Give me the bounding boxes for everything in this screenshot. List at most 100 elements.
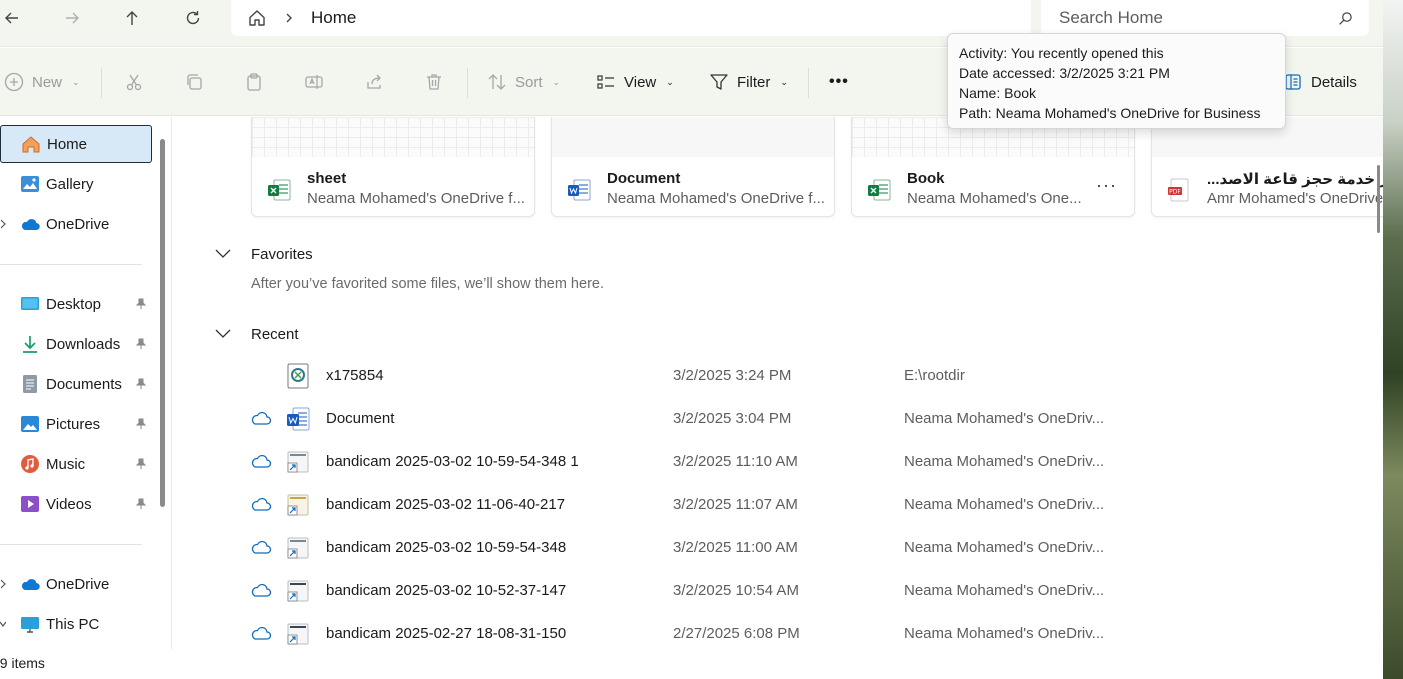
sidebar-item-videos[interactable]: Videos bbox=[0, 485, 152, 523]
shortcut-image-icon bbox=[287, 580, 309, 602]
pin-icon[interactable] bbox=[135, 378, 147, 390]
pin-icon[interactable] bbox=[135, 418, 147, 430]
sort-button[interactable]: Sort ⌄ bbox=[487, 68, 560, 96]
sidebar-item-onedrive[interactable]: OneDrive bbox=[0, 205, 152, 243]
file-location: Neama Mohamed's OneDriv... bbox=[904, 496, 1105, 513]
card-title: Document bbox=[607, 170, 681, 187]
filter-icon bbox=[710, 74, 728, 90]
sidebar-item-home[interactable]: Home bbox=[0, 125, 152, 163]
up-button[interactable] bbox=[112, 4, 152, 32]
divider bbox=[808, 68, 809, 98]
sidebar-item-this-pc[interactable]: This PC bbox=[0, 605, 152, 643]
desktop-wallpaper bbox=[1383, 0, 1403, 679]
view-button[interactable]: View ⌄ bbox=[596, 68, 674, 96]
chevron-right-icon[interactable] bbox=[283, 12, 295, 24]
card-location: Neama Mohamed's One... bbox=[907, 190, 1082, 207]
file-name: bandicam 2025-03-02 10-59-54-348 1 bbox=[326, 453, 579, 470]
filter-button[interactable]: Filter ⌄ bbox=[709, 68, 788, 96]
sidebar-item-onedrive-2[interactable]: OneDrive bbox=[0, 565, 152, 603]
pin-icon[interactable] bbox=[135, 498, 147, 510]
recent-title: Recent bbox=[251, 325, 299, 343]
arrow-right-icon bbox=[66, 12, 79, 24]
recent-section-header[interactable]: Recent bbox=[215, 323, 299, 345]
quick-access-card[interactable]: sheet Neama Mohamed's OneDrive f... bbox=[251, 117, 535, 217]
address-bar[interactable]: Home bbox=[231, 0, 1031, 36]
recent-file-row[interactable]: x175854 3/2/2025 3:24 PM E:\rootdir bbox=[173, 354, 1373, 397]
file-name: x175854 bbox=[326, 367, 384, 384]
new-button[interactable]: New ⌄ bbox=[4, 68, 80, 96]
more-options-button[interactable]: ••• bbox=[829, 68, 849, 96]
quick-access-card[interactable]: Book Neama Mohamed's One... ··· bbox=[851, 117, 1135, 217]
forward-button[interactable] bbox=[52, 4, 92, 32]
rename-button[interactable] bbox=[304, 68, 324, 96]
pin-icon[interactable] bbox=[135, 458, 147, 470]
card-more-button[interactable]: ··· bbox=[1096, 175, 1117, 196]
documents-icon bbox=[23, 375, 37, 393]
shortcut-image-icon bbox=[287, 623, 309, 645]
details-button[interactable]: Details bbox=[1283, 68, 1357, 96]
file-location: Neama Mohamed's OneDriv... bbox=[904, 539, 1105, 556]
copy-button[interactable] bbox=[184, 68, 204, 96]
sidebar-item-desktop[interactable]: Desktop bbox=[0, 285, 152, 323]
back-button[interactable] bbox=[0, 4, 32, 32]
search-input[interactable]: Search Home bbox=[1059, 8, 1338, 28]
pin-icon[interactable] bbox=[135, 298, 147, 310]
recent-file-row[interactable]: Document 3/2/2025 3:04 PM Neama Mohamed'… bbox=[173, 397, 1373, 440]
favorites-section-header[interactable]: Favorites bbox=[215, 243, 313, 265]
sidebar-item-music[interactable]: Music bbox=[0, 445, 152, 483]
sidebar-scrollbar[interactable] bbox=[160, 139, 165, 507]
pin-icon[interactable] bbox=[135, 338, 147, 350]
excel-icon bbox=[268, 179, 291, 201]
sidebar-item-downloads[interactable]: Downloads bbox=[0, 325, 152, 363]
word-icon bbox=[287, 407, 310, 431]
recent-file-row[interactable]: bandicam 2025-03-02 10-59-54-348 1 3/2/2… bbox=[173, 440, 1373, 483]
file-date: 3/2/2025 11:07 AM bbox=[673, 496, 798, 513]
paste-button[interactable] bbox=[244, 68, 264, 96]
tooltip-activity: Activity: You recently opened this bbox=[959, 45, 1164, 61]
sidebar-item-label: Documents bbox=[46, 375, 122, 393]
sidebar-item-gallery[interactable]: Gallery bbox=[0, 165, 152, 203]
chevron-down-icon[interactable] bbox=[0, 619, 6, 629]
sidebar-item-label: Desktop bbox=[46, 295, 102, 313]
sidebar-item-label: OneDrive bbox=[46, 575, 110, 593]
navigation-pane: Home Gallery OneDrive Desktop Downloads … bbox=[0, 117, 172, 649]
sidebar-item-label: Home bbox=[47, 135, 88, 153]
file-name: bandicam 2025-02-27 18-08-31-150 bbox=[326, 625, 567, 642]
sidebar-item-documents[interactable]: Documents bbox=[0, 365, 152, 403]
recent-file-row[interactable]: bandicam 2025-03-02 11-06-40-217 3/2/202… bbox=[173, 483, 1373, 526]
delete-button[interactable] bbox=[424, 68, 444, 96]
refresh-button[interactable] bbox=[173, 4, 213, 32]
sidebar-item-pictures[interactable]: Pictures bbox=[0, 405, 152, 443]
desktop-icon bbox=[21, 297, 39, 310]
favorites-title: Favorites bbox=[251, 245, 313, 263]
file-date: 2/27/2025 6:08 PM bbox=[673, 625, 800, 642]
tooltip-name: Name: Book bbox=[959, 85, 1037, 101]
card-location: Amr Mohamed's OneDrive bbox=[1207, 190, 1383, 207]
share-icon bbox=[367, 74, 381, 89]
quick-access-card[interactable]: PDF ...تطوير خدمة حجز قاعة الاصد Amr Moh… bbox=[1151, 117, 1383, 217]
card-title: ...تطوير خدمة حجز قاعة الاصد bbox=[1207, 171, 1383, 188]
shortcut-image-icon bbox=[287, 494, 309, 516]
chevron-right-icon[interactable] bbox=[0, 579, 6, 589]
search-box[interactable]: Search Home bbox=[1041, 0, 1369, 36]
sidebar-item-label: Downloads bbox=[46, 335, 121, 353]
cloud-icon bbox=[251, 540, 272, 554]
recent-file-row[interactable]: bandicam 2025-02-27 18-08-31-150 2/27/20… bbox=[173, 612, 1373, 649]
quick-access-card[interactable]: Document Neama Mohamed's OneDrive f... bbox=[551, 117, 835, 217]
chevron-down-icon[interactable] bbox=[215, 329, 231, 339]
details-label: Details bbox=[1311, 73, 1357, 91]
chevron-down-icon[interactable] bbox=[215, 249, 231, 259]
home-icon[interactable] bbox=[247, 8, 267, 28]
file-location: E:\rootdir bbox=[904, 367, 965, 384]
recent-file-row[interactable]: bandicam 2025-03-02 10-59-54-348 3/2/202… bbox=[173, 526, 1373, 569]
content-scrollbar[interactable] bbox=[1377, 165, 1380, 233]
file-name: bandicam 2025-03-02 10-52-37-147 bbox=[326, 582, 567, 599]
home-icon bbox=[22, 136, 40, 153]
chevron-right-icon[interactable] bbox=[0, 219, 6, 229]
breadcrumb-home[interactable]: Home bbox=[311, 8, 356, 28]
cut-button[interactable] bbox=[124, 68, 144, 96]
cloud-icon bbox=[251, 454, 272, 468]
recent-file-row[interactable]: bandicam 2025-03-02 10-52-37-147 3/2/202… bbox=[173, 569, 1373, 612]
search-icon bbox=[1339, 11, 1352, 25]
share-button[interactable] bbox=[364, 68, 384, 96]
